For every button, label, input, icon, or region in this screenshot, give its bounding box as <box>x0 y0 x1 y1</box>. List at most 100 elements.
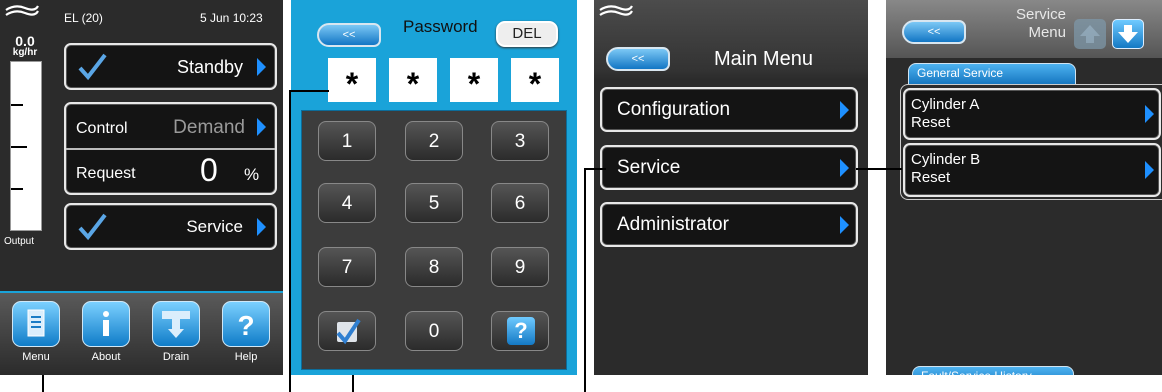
check-icon <box>78 53 107 81</box>
output-gauge: 0.0 kg/hr <box>6 33 57 238</box>
service-button[interactable]: Service <box>64 203 277 250</box>
drain-icon <box>162 311 190 338</box>
drain-button[interactable] <box>152 301 200 347</box>
callout-arrow-line <box>856 168 902 170</box>
output-bar <box>10 61 42 231</box>
brand-logo <box>599 5 633 16</box>
item-line1: Cylinder A <box>911 96 980 113</box>
key-5[interactable]: 5 <box>405 183 463 223</box>
menu-item-configuration[interactable]: Configuration <box>600 87 858 132</box>
about-button[interactable] <box>82 301 130 347</box>
home-screen: EL (20) 5 Jun 10:23 0.0 kg/hr Output Sta… <box>0 0 283 375</box>
back-button[interactable]: << <box>606 47 670 71</box>
callout-line <box>584 168 586 392</box>
item-line2: Reset <box>911 169 951 186</box>
key-0[interactable]: 0 <box>405 311 463 351</box>
password-digit: * <box>450 58 498 102</box>
chevron-right-icon <box>1145 161 1154 179</box>
back-button[interactable]: << <box>317 23 381 47</box>
cylinder-a-reset-button[interactable]: Cylinder A Reset <box>903 88 1161 140</box>
confirm-key[interactable] <box>318 311 376 351</box>
chevron-right-icon <box>257 118 266 136</box>
help-caption: Help <box>234 351 258 363</box>
back-button[interactable]: << <box>902 20 966 44</box>
question-icon: ? <box>237 310 254 341</box>
chevron-right-icon <box>840 159 849 177</box>
menu-item-label: Service <box>617 157 681 178</box>
request-label: Request <box>76 165 136 182</box>
cylinder-b-reset-button[interactable]: Cylinder B Reset <box>903 143 1161 197</box>
keypad-panel: 1 2 3 4 5 6 7 8 9 0 ? <box>301 110 567 370</box>
general-service-tab: General Service <box>908 63 1076 85</box>
password-screen: << Password DEL * * * * 1 2 3 4 5 6 7 8 … <box>291 0 577 375</box>
drain-caption: Drain <box>162 351 190 363</box>
callout-line <box>42 375 44 392</box>
standby-button[interactable]: Standby <box>64 43 277 90</box>
menu-caption: Menu <box>22 351 50 363</box>
main-menu-screen: << Main Menu Configuration Service Admin… <box>594 0 868 375</box>
output-label: Output <box>4 236 35 247</box>
output-unit: kg/hr <box>12 47 38 58</box>
standby-label: Standby <box>176 57 243 77</box>
request-value: 0 <box>200 152 218 188</box>
check-icon <box>78 213 107 241</box>
chevron-right-icon <box>1145 105 1154 123</box>
date-time: 5 Jun 10:23 <box>200 11 263 25</box>
key-7[interactable]: 7 <box>318 247 376 287</box>
delete-button[interactable]: DEL <box>496 21 558 47</box>
info-icon <box>103 311 109 336</box>
scroll-down-button[interactable] <box>1112 19 1144 49</box>
menu-item-label: Configuration <box>617 99 731 120</box>
callout-line <box>289 90 329 92</box>
brand-logo <box>5 5 39 16</box>
arrow-up-icon <box>1080 25 1100 43</box>
request-unit: % <box>244 165 260 184</box>
help-button[interactable]: ? <box>222 301 270 347</box>
callout-line <box>584 168 606 170</box>
service-label: Service <box>186 217 243 236</box>
key-6[interactable]: 6 <box>491 183 549 223</box>
document-icon <box>27 309 45 337</box>
password-digit: * <box>511 58 559 102</box>
key-2[interactable]: 2 <box>405 121 463 161</box>
chevron-right-icon <box>257 218 266 236</box>
scroll-up-button[interactable] <box>1074 19 1106 49</box>
password-digit: * <box>389 58 437 102</box>
key-4[interactable]: 4 <box>318 183 376 223</box>
control-value: Demand <box>173 117 245 138</box>
chevron-right-icon <box>840 101 849 119</box>
item-line1: Cylinder B <box>911 151 981 168</box>
menu-item-administrator[interactable]: Administrator <box>600 202 858 247</box>
check-icon <box>336 318 361 345</box>
model-name: EL (20) <box>64 11 103 25</box>
about-caption: About <box>91 351 121 363</box>
callout-line <box>289 90 291 392</box>
page-title: Main Menu <box>714 48 813 70</box>
key-8[interactable]: 8 <box>405 247 463 287</box>
key-9[interactable]: 9 <box>491 247 549 287</box>
password-digit: * <box>328 58 376 102</box>
item-line2: Reset <box>911 114 951 131</box>
divider <box>66 148 275 150</box>
page-title-line1: Service <box>1015 6 1066 23</box>
chevron-right-icon <box>257 58 266 76</box>
page-title-line2: Menu <box>1028 24 1066 41</box>
menu-item-label: Administrator <box>617 214 729 235</box>
menu-button[interactable] <box>12 301 60 347</box>
fault-service-history-tab: Fault/Service History <box>912 366 1074 375</box>
control-panel[interactable]: Control Demand Request 0 % <box>64 102 277 195</box>
chevron-right-icon <box>840 216 849 234</box>
control-label: Control <box>76 120 128 137</box>
callout-line <box>352 375 354 392</box>
arrow-down-icon <box>1118 25 1138 43</box>
bottom-bar: ? Menu About Drain Help <box>0 291 283 375</box>
service-menu-screen: << Service Menu General Service Cylinder… <box>886 0 1162 375</box>
question-icon: ? <box>507 317 535 345</box>
key-3[interactable]: 3 <box>491 121 549 161</box>
key-1[interactable]: 1 <box>318 121 376 161</box>
menu-item-service[interactable]: Service <box>600 145 858 190</box>
password-title: Password <box>403 17 478 36</box>
svg-text:?: ? <box>237 310 254 341</box>
general-service-group: Cylinder A Reset Cylinder B Reset <box>900 84 1162 200</box>
help-key[interactable]: ? <box>491 311 549 351</box>
